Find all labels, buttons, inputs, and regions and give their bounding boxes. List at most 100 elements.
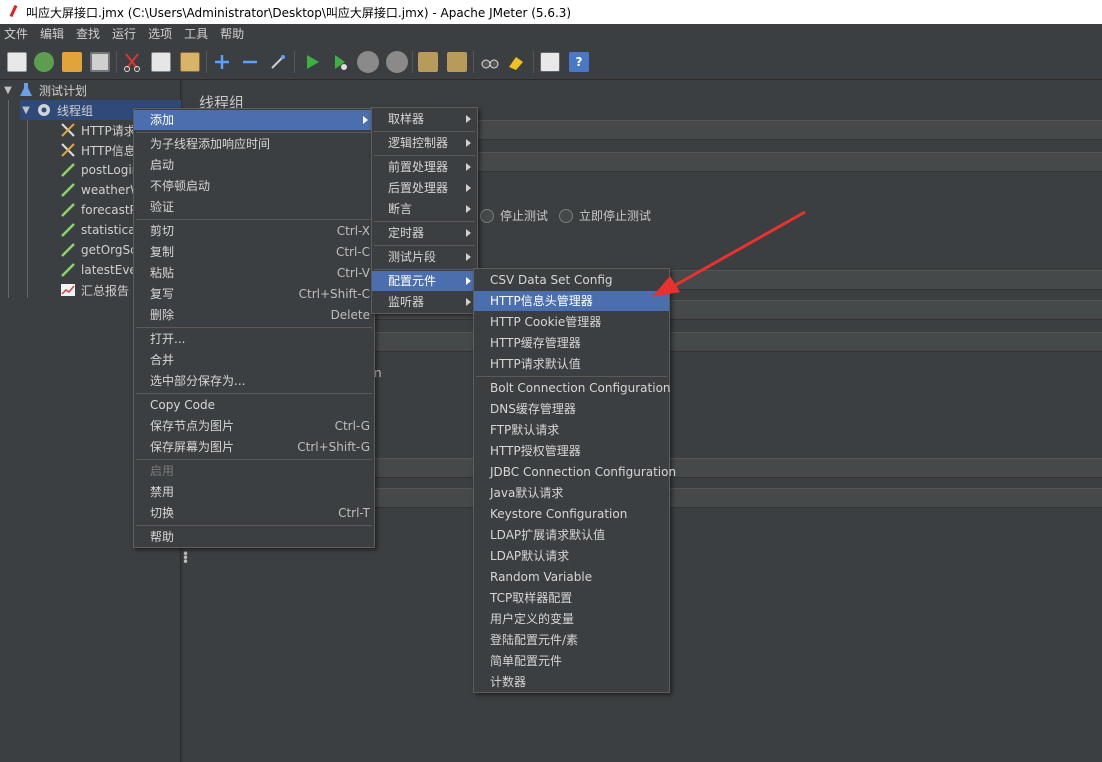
menu-item-add-response-time[interactable]: 为子线程添加响应时间 xyxy=(134,134,374,154)
menu-item-toggle[interactable]: 切换 Ctrl-T xyxy=(134,503,374,523)
menu-item-ldap-defaults[interactable]: LDAP默认请求 xyxy=(474,546,669,566)
tree-node-sampler[interactable]: postLogin xyxy=(60,160,139,180)
help-icon[interactable]: ? xyxy=(569,52,589,72)
chevron-right-icon xyxy=(466,115,471,123)
clear-icon[interactable] xyxy=(418,52,438,72)
tree-label: statistica xyxy=(81,223,136,237)
search-icon[interactable] xyxy=(480,52,500,72)
menu-item-config-element[interactable]: 配置元件 xyxy=(372,271,477,291)
menu-item-keystore-config[interactable]: Keystore Configuration xyxy=(474,504,669,524)
tree-node-sampler[interactable]: getOrgSc xyxy=(60,240,137,260)
clear-all-icon[interactable] xyxy=(447,52,467,72)
copy-icon[interactable] xyxy=(151,52,171,72)
add-submenu: 取样器 逻辑控制器 前置处理器 后置处理器 断言 定时器 测试片段 配置元件 监… xyxy=(371,107,478,314)
tree-node-sampler[interactable]: forecastP xyxy=(60,200,137,220)
expand-icon[interactable] xyxy=(212,52,232,72)
menu-item-start-no-pause[interactable]: 不停顿启动 xyxy=(134,176,374,196)
shutdown-icon[interactable] xyxy=(386,51,408,73)
menu-item-simple-config[interactable]: 简单配置元件 xyxy=(474,651,669,671)
radio-stop-now[interactable]: 立即停止测试 xyxy=(559,207,651,224)
menu-item-save-screen-image[interactable]: 保存屏幕为图片 Ctrl+Shift-G xyxy=(134,437,374,457)
menu-item-counter[interactable]: 计数器 xyxy=(474,672,669,692)
paste-icon[interactable] xyxy=(180,52,200,72)
menu-item-http-request-defaults[interactable]: HTTP请求默认值 xyxy=(474,354,669,374)
menu-item-ftp-defaults[interactable]: FTP默认请求 xyxy=(474,420,669,440)
reset-search-icon[interactable] xyxy=(506,52,526,72)
menu-options[interactable]: 选项 xyxy=(142,24,178,44)
flask-icon xyxy=(18,82,34,98)
menu-item-start[interactable]: 启动 xyxy=(134,155,374,175)
menu-item-timer[interactable]: 定时器 xyxy=(372,223,477,243)
menu-item-assertion[interactable]: 断言 xyxy=(372,199,477,219)
tree-node-sampler[interactable]: statistica xyxy=(60,220,136,240)
cut-icon[interactable] xyxy=(122,52,142,72)
chevron-down-icon[interactable]: ▼ xyxy=(2,85,14,96)
menu-search[interactable]: 查找 xyxy=(70,24,106,44)
menu-item-copy[interactable]: 复制 Ctrl-C xyxy=(134,242,374,262)
menu-help[interactable]: 帮助 xyxy=(214,24,250,44)
menu-item-pre-processor[interactable]: 前置处理器 xyxy=(372,157,477,177)
menu-item-http-cookie-manager[interactable]: HTTP Cookie管理器 xyxy=(474,312,669,332)
radio-circle-icon xyxy=(559,208,573,223)
menu-item-sampler[interactable]: 取样器 xyxy=(372,109,477,129)
drag-handle-icon[interactable]: • • • xyxy=(182,548,189,568)
templates-icon[interactable] xyxy=(34,52,54,72)
toggle-icon[interactable] xyxy=(268,52,288,72)
tree-node-test-plan[interactable]: ▼ 测试计划 xyxy=(2,80,87,100)
menu-item-paste[interactable]: 粘贴 Ctrl-V xyxy=(134,263,374,283)
menu-item-login-config[interactable]: 登陆配置元件/素 xyxy=(474,630,669,650)
tree-node-sampler[interactable]: latestEver xyxy=(60,260,142,280)
menu-item-java-defaults[interactable]: Java默认请求 xyxy=(474,483,669,503)
collapse-icon[interactable] xyxy=(240,52,260,72)
tree-node-http-request[interactable]: HTTP请求 xyxy=(60,120,136,140)
menu-item-help[interactable]: 帮助 xyxy=(134,527,374,547)
menu-item-open[interactable]: 打开... xyxy=(134,329,374,349)
menu-item-post-processor[interactable]: 后置处理器 xyxy=(372,178,477,198)
tree-node-http-header[interactable]: HTTP信息 xyxy=(60,140,136,160)
window-titlebar: 叫应大屏接口.jmx (C:\Users\Administrator\Deskt… xyxy=(0,0,1102,24)
menu-item-http-auth-manager[interactable]: HTTP授权管理器 xyxy=(474,441,669,461)
menu-item-merge[interactable]: 合并 xyxy=(134,350,374,370)
menu-item-add[interactable]: 添加 xyxy=(134,110,374,130)
menu-item-listener[interactable]: 监听器 xyxy=(372,292,477,312)
menu-item-user-defined-variables[interactable]: 用户定义的变量 xyxy=(474,609,669,629)
menu-item-logic-controller[interactable]: 逻辑控制器 xyxy=(372,133,477,153)
menu-item-save-selection[interactable]: 选中部分保存为... xyxy=(134,371,374,391)
tree-node-sampler[interactable]: weatherW xyxy=(60,180,142,200)
wrench-icon xyxy=(60,142,76,158)
menu-edit[interactable]: 编辑 xyxy=(34,24,70,44)
start-icon[interactable] xyxy=(302,52,322,72)
menu-item-http-cache-manager[interactable]: HTTP缓存管理器 xyxy=(474,333,669,353)
menu-item-dns-cache-manager[interactable]: DNS缓存管理器 xyxy=(474,399,669,419)
menu-item-jdbc-connection[interactable]: JDBC Connection Configuration xyxy=(474,462,676,482)
menu-item-random-variable[interactable]: Random Variable xyxy=(474,567,669,587)
new-icon[interactable] xyxy=(7,52,27,72)
context-menu: 添加 为子线程添加响应时间 启动 不停顿启动 验证 剪切 Ctrl-X 复制 Ctr… xyxy=(133,108,375,548)
menu-item-save-node-image[interactable]: 保存节点为图片 Ctrl-G xyxy=(134,416,374,436)
function-helper-icon[interactable] xyxy=(540,52,560,72)
menu-item-validate[interactable]: 验证 xyxy=(134,197,374,217)
start-no-pause-icon[interactable] xyxy=(330,52,350,72)
menu-item-copy-code[interactable]: Copy Code xyxy=(134,395,374,415)
menu-run[interactable]: 运行 xyxy=(106,24,142,44)
menu-item-disable[interactable]: 禁用 xyxy=(134,482,374,502)
chevron-down-icon[interactable]: ▼ xyxy=(20,105,32,116)
menu-item-cut[interactable]: 剪切 Ctrl-X xyxy=(134,221,374,241)
chart-icon xyxy=(60,282,76,298)
menu-item-test-fragment[interactable]: 测试片段 xyxy=(372,247,477,267)
menu-item-ldap-ext-defaults[interactable]: LDAP扩展请求默认值 xyxy=(474,525,669,545)
menu-item-delete[interactable]: 删除 Delete xyxy=(134,305,374,325)
menu-item-http-header-manager[interactable]: HTTP信息头管理器 xyxy=(474,291,669,311)
chevron-right-icon xyxy=(466,163,471,171)
open-icon[interactable] xyxy=(62,52,82,72)
radio-stop-test[interactable]: 停止测试 xyxy=(480,207,548,224)
menu-item-bolt-connection[interactable]: Bolt Connection Configuration xyxy=(474,378,671,398)
menu-item-duplicate[interactable]: 复写 Ctrl+Shift-C xyxy=(134,284,374,304)
menu-file[interactable]: 文件 xyxy=(0,24,34,44)
menu-item-tcp-sampler-config[interactable]: TCP取样器配置 xyxy=(474,588,669,608)
menu-tools[interactable]: 工具 xyxy=(178,24,214,44)
stop-icon[interactable] xyxy=(357,51,379,73)
save-icon[interactable] xyxy=(90,52,110,72)
tree-node-summary-report[interactable]: 汇总报告 xyxy=(60,280,129,300)
menu-item-csv-data-set[interactable]: CSV Data Set Config xyxy=(474,270,669,290)
